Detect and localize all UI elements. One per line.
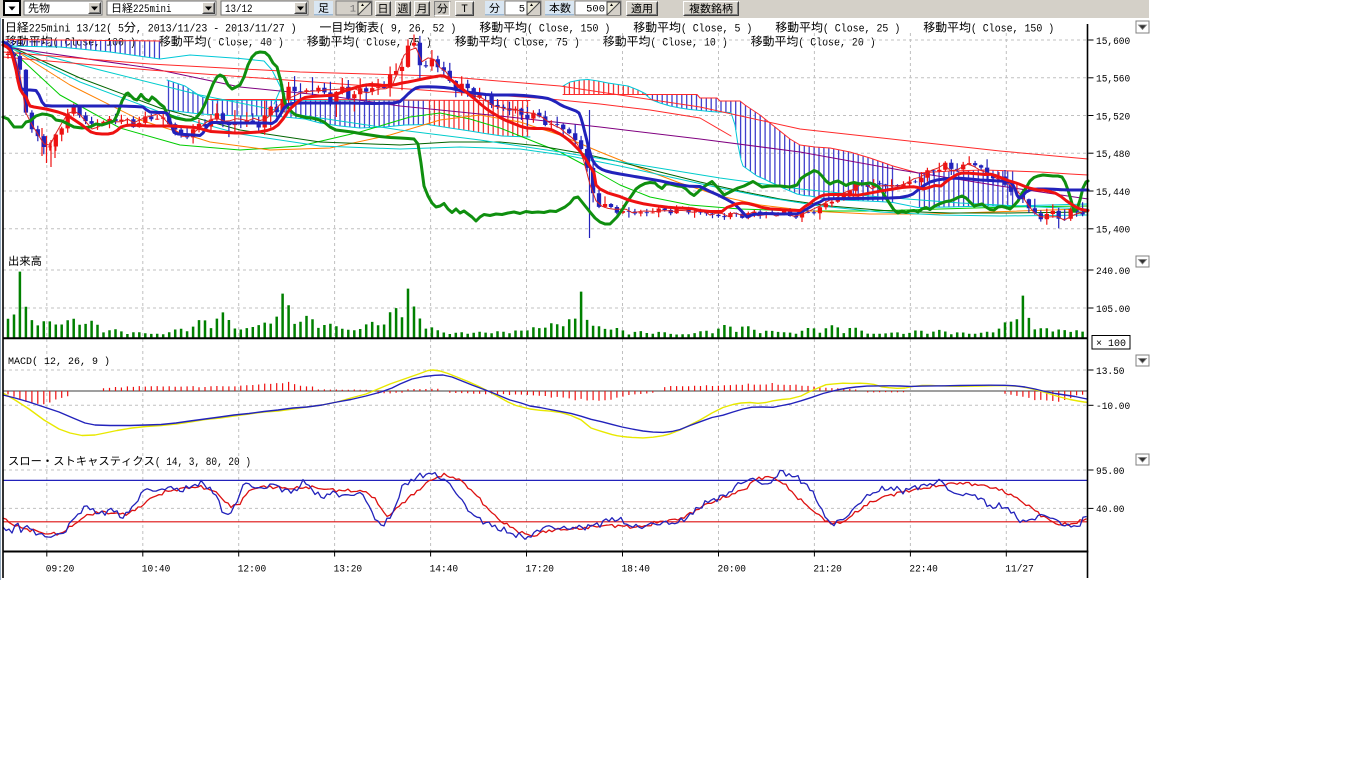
svg-text:( Close, 25 ): ( Close, 25 ) [823, 24, 900, 36]
svg-text:, 2013/11/23 - 2013/11/27 ): , 2013/11/23 - 2013/11/27 ) [136, 24, 297, 36]
svg-text:21:20: 21:20 [813, 565, 842, 576]
svg-text:× 100: × 100 [1096, 339, 1126, 350]
svg-text:( Close, 150 ): ( Close, 150 ) [971, 24, 1054, 36]
svg-text:240.00: 240.00 [1096, 266, 1130, 278]
svg-text:13.50: 13.50 [1096, 366, 1125, 378]
svg-text:13/12: 13/12 [225, 4, 253, 16]
svg-text:( Close, 40 ): ( Close, 40 ) [207, 38, 284, 50]
svg-text:( Close, 5 ): ( Close, 5 ) [681, 24, 752, 36]
svg-text:18:40: 18:40 [622, 565, 651, 576]
svg-text:( Close, 75 ): ( Close, 75 ) [502, 38, 579, 50]
svg-text:15,480: 15,480 [1096, 149, 1130, 161]
svg-text:12:00: 12:00 [238, 565, 267, 576]
svg-text:15,600: 15,600 [1096, 36, 1130, 48]
svg-text:20:00: 20:00 [718, 565, 747, 576]
svg-text:MACD( 12, 26, 9 ): MACD( 12, 26, 9 ) [8, 356, 110, 368]
svg-text:95.00: 95.00 [1096, 466, 1125, 478]
svg-text:11/27: 11/27 [1005, 564, 1034, 576]
svg-text:15,400: 15,400 [1096, 225, 1130, 237]
svg-text:5: 5 [519, 4, 525, 16]
svg-text:-10.00: -10.00 [1096, 401, 1130, 413]
svg-text:105.00: 105.00 [1096, 304, 1130, 316]
svg-text:( 14, 3, 80, 20 ): ( 14, 3, 80, 20 ) [155, 457, 251, 469]
svg-text:15,560: 15,560 [1096, 74, 1130, 86]
svg-text:17:20: 17:20 [526, 565, 555, 576]
svg-text:14:40: 14:40 [430, 565, 459, 576]
svg-text:( Close, 150 ): ( Close, 150 ) [527, 24, 610, 36]
svg-text:09:20: 09:20 [46, 565, 75, 576]
svg-text:40.00: 40.00 [1096, 504, 1125, 516]
svg-text:15,440: 15,440 [1096, 187, 1130, 199]
svg-text:13:20: 13:20 [334, 565, 363, 576]
svg-text:( Close, 20 ): ( Close, 20 ) [798, 38, 875, 50]
svg-text:T: T [461, 4, 468, 16]
svg-text:( 9, 26, 52 ): ( 9, 26, 52 ) [379, 24, 456, 36]
svg-text:22:40: 22:40 [909, 565, 938, 576]
svg-text:500: 500 [586, 4, 605, 16]
svg-text:1: 1 [350, 4, 356, 16]
svg-text:( Close, 10 ): ( Close, 10 ) [650, 38, 727, 50]
svg-text:10:40: 10:40 [142, 565, 171, 576]
svg-text:15,520: 15,520 [1096, 111, 1130, 123]
svg-text:225mini 13/12( 5: 225mini 13/12( 5 [29, 24, 124, 36]
svg-text:225mini: 225mini [133, 4, 172, 16]
